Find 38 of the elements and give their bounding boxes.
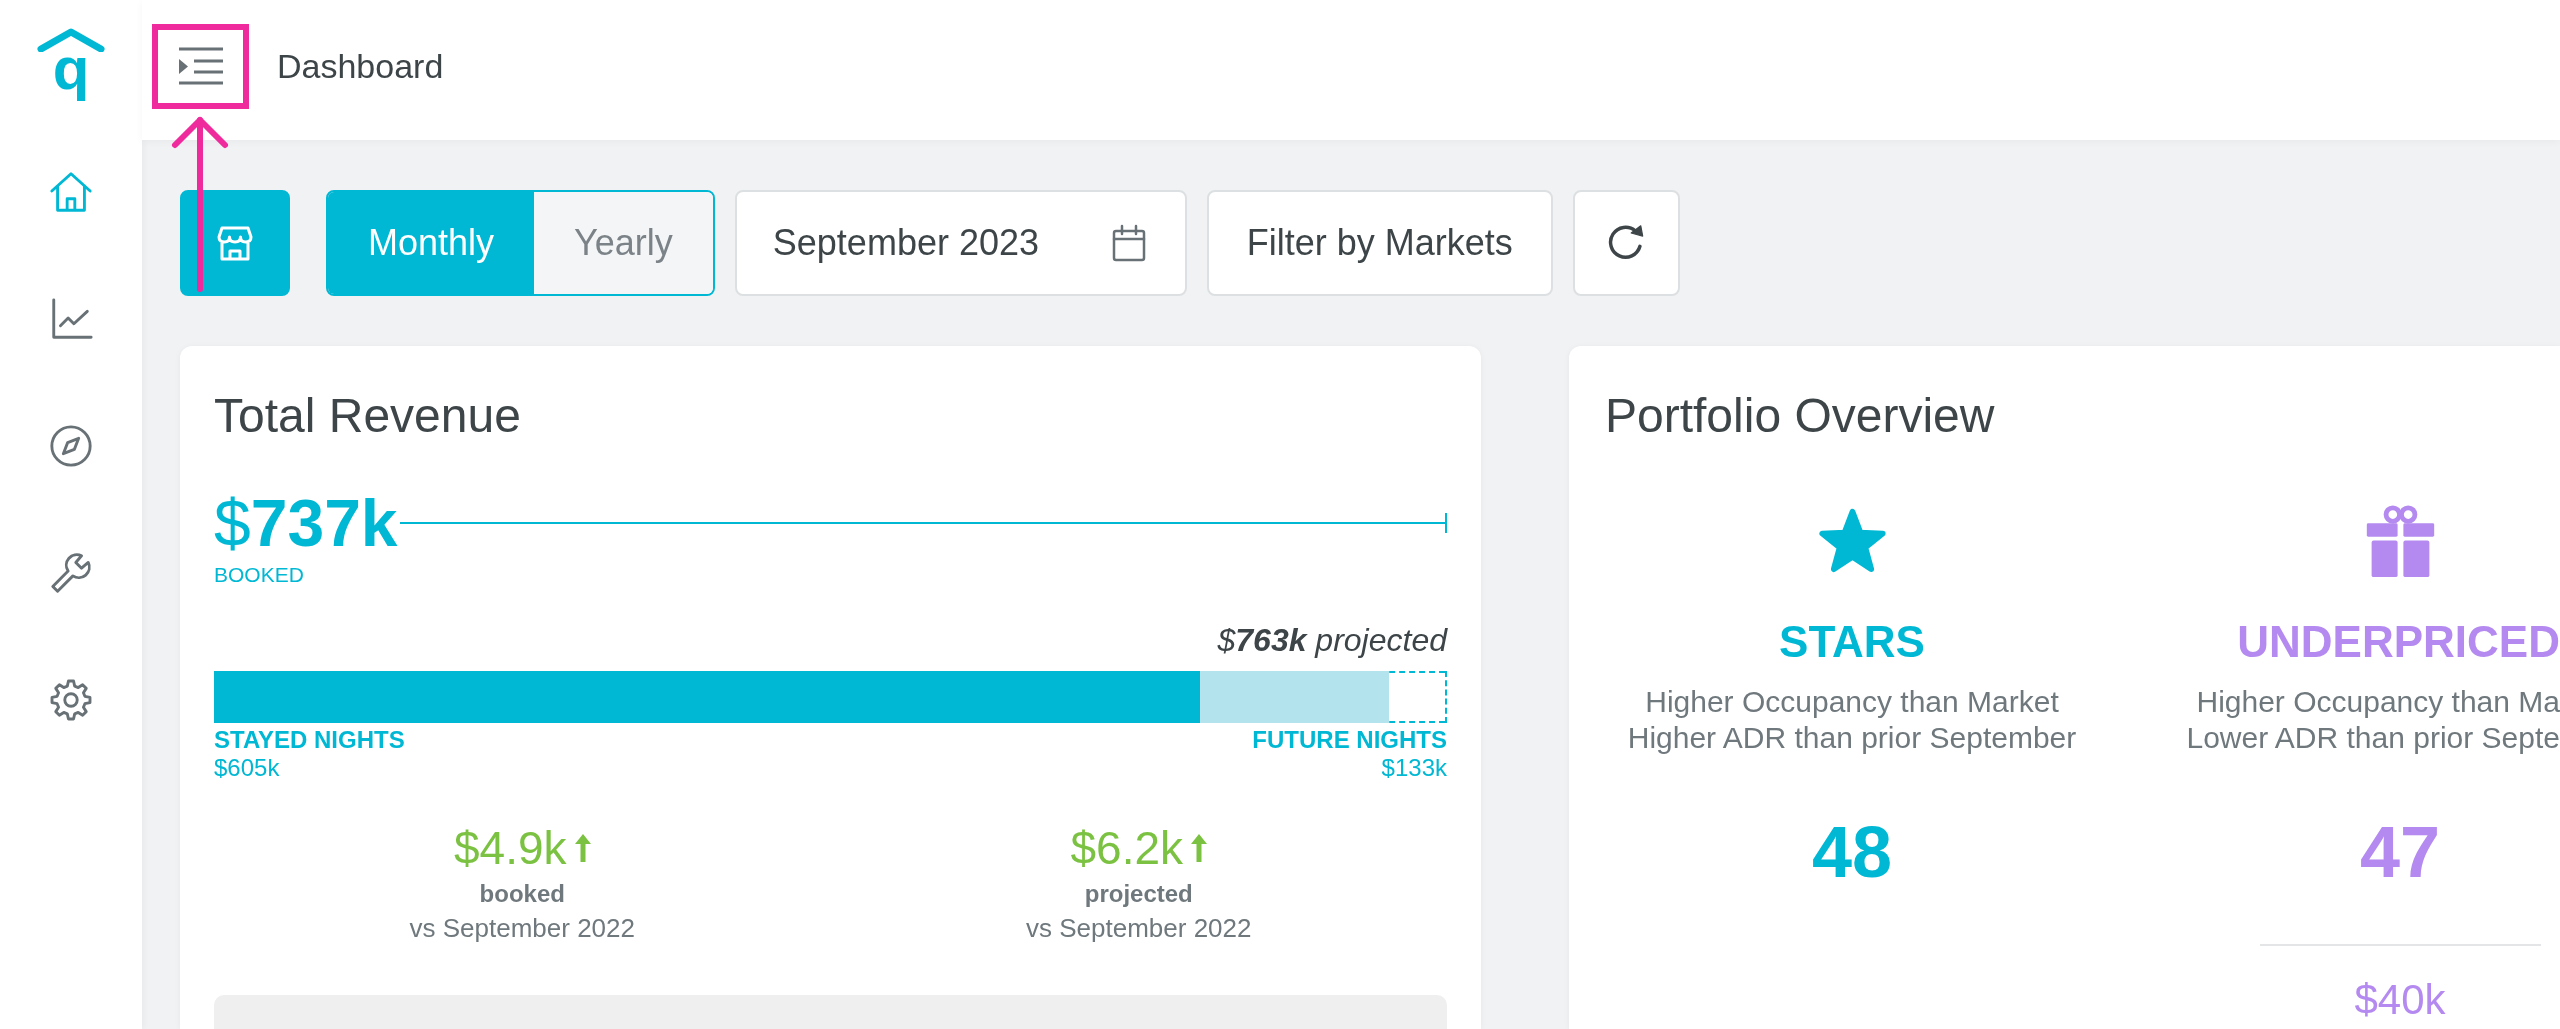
comparison-period: vs September 2022 [1026,912,1252,944]
segment-amount: $133k [1381,754,1447,782]
projected-total: $763k projected [1217,621,1447,659]
change-amount: $4.9k [454,821,567,875]
comparison-period: vs September 2022 [409,912,635,944]
property-count: 47 [2359,812,2441,892]
filter-button[interactable]: Filter by Markets [1206,190,1553,296]
up-arrow-icon [1191,834,1207,862]
logo[interactable]: q [37,28,105,104]
wrench-icon[interactable] [48,550,94,596]
settings-icon[interactable] [48,677,94,723]
segment-description: Higher Occupancy than Ma [2196,684,2560,720]
refresh-button[interactable] [1572,190,1680,296]
booked-amount: $737k [214,487,398,559]
indent-menu-icon[interactable] [178,47,223,85]
segment-label: STAYED NIGHTS [214,726,405,754]
segment-description: Higher ADR than prior September [1627,720,2077,756]
up-arrow-icon [574,834,591,862]
segment-title: STARS [1779,617,1925,667]
segment-label: FUTURE NIGHTS [1252,726,1447,754]
card-title: Portfolio Overview [1605,388,1996,444]
segment-description: Higher Occupancy than Market [1645,684,2059,720]
compass-icon[interactable] [48,423,94,469]
segment-description: Lower ADR than prior Septe [2186,720,2560,756]
segment-revenue: $40k [2354,976,2446,1024]
comparison-label: projected [1084,879,1193,909]
month-picker[interactable]: September 2023 [734,190,1187,296]
store-button[interactable] [180,190,290,296]
change-amount: $6.2k [1070,821,1183,875]
period-tab[interactable]: Monthly [328,192,535,294]
property-count: 48 [1811,812,1893,892]
booked-label: BOOKED [214,563,305,587]
page-title: Dashboard [277,46,444,86]
card-title: Total Revenue [214,388,522,444]
segment-title: UNDERPRICED [2237,617,2560,667]
refresh-icon [1607,224,1646,262]
comparison-label: booked [479,879,565,909]
segment-amount: $605k [214,754,280,782]
